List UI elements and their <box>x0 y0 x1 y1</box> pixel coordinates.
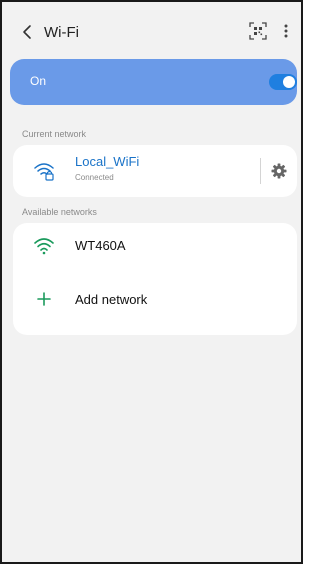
network-list-item[interactable]: WT460A <box>13 223 297 269</box>
qr-scan-icon <box>249 22 267 40</box>
divider <box>260 158 261 184</box>
wifi-settings-screen: Wi-Fi On Current network Local_WiFi Conn… <box>0 0 303 564</box>
qr-scan-button[interactable] <box>246 19 270 43</box>
current-network-name: Local_WiFi <box>75 154 140 169</box>
wifi-icon <box>34 238 54 255</box>
current-network-section-label: Current network <box>22 129 87 139</box>
current-network-card[interactable]: Local_WiFi Connected <box>13 145 297 197</box>
add-network-label: Add network <box>75 292 148 307</box>
wifi-toggle[interactable] <box>269 74 297 90</box>
add-network-button[interactable]: Add network <box>13 277 297 323</box>
top-app-bar: Wi-Fi <box>2 2 301 58</box>
available-networks-card: WT460A Add network <box>13 223 297 335</box>
master-switch-label: On <box>30 74 47 88</box>
page-title: Wi-Fi <box>44 24 79 41</box>
chevron-left-icon <box>23 25 31 39</box>
gear-icon[interactable] <box>269 161 289 181</box>
current-network-status: Connected <box>75 173 114 182</box>
available-networks-section-label: Available networks <box>22 207 97 217</box>
plus-icon <box>37 292 51 306</box>
more-options-button[interactable] <box>278 19 294 43</box>
more-vertical-icon <box>284 24 288 38</box>
wifi-locked-icon <box>34 163 54 181</box>
back-button[interactable] <box>14 18 42 46</box>
network-name: WT460A <box>75 238 126 253</box>
wifi-master-switch-row[interactable]: On <box>10 59 297 105</box>
toggle-thumb <box>283 76 295 88</box>
